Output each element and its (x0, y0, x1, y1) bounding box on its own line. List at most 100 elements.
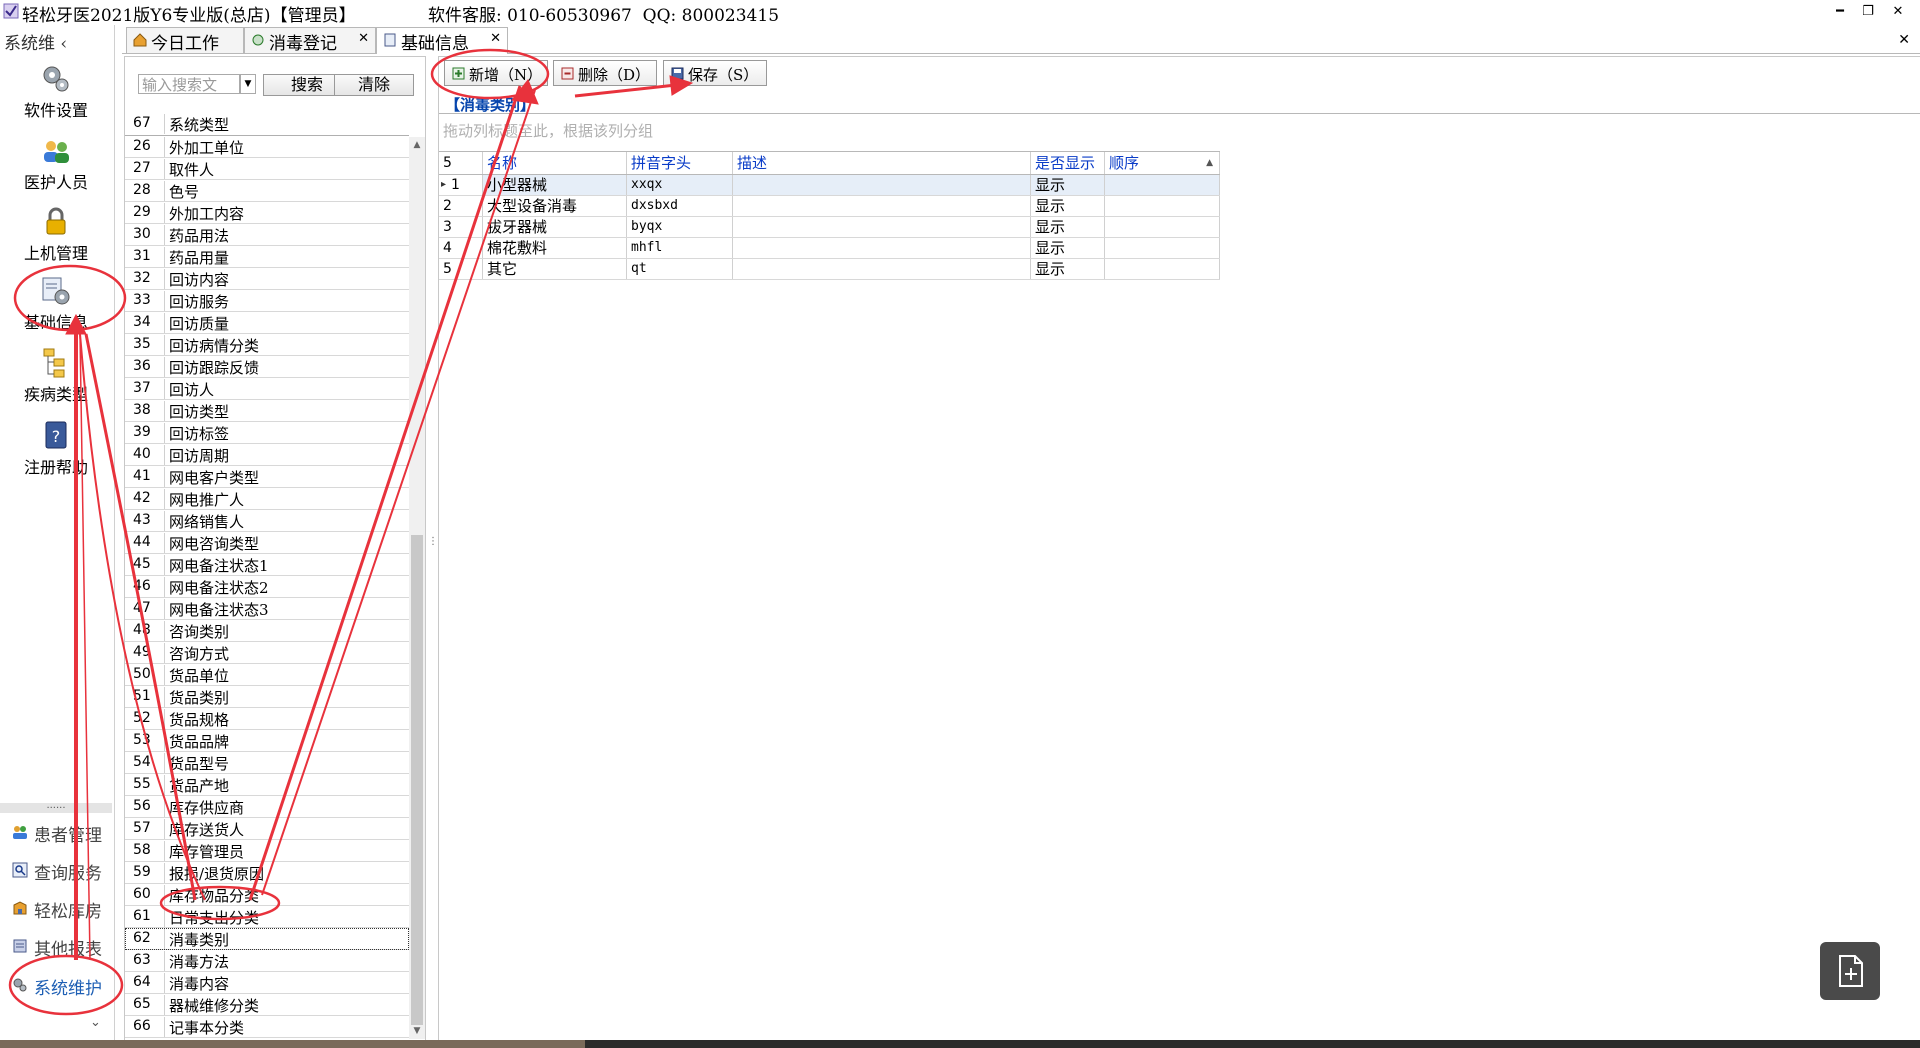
delete-button[interactable]: 删除（D） (553, 60, 657, 86)
sidebar-splitter[interactable]: ...... (0, 801, 112, 813)
tab-close-icon[interactable]: ✕ (358, 31, 369, 46)
scrollbar-thumb[interactable] (411, 535, 423, 1025)
list-item[interactable]: 67牙位图特殊符号 (125, 1038, 409, 1039)
cell-pinyin[interactable]: dxsbxd (627, 196, 733, 216)
clear-button[interactable]: 清除 (334, 74, 414, 96)
sidebar-item-staff[interactable]: 医护人员 (0, 135, 112, 201)
list-item[interactable]: 52 货品规格 (125, 708, 409, 730)
module-patient-management[interactable]: 患者管理 (8, 818, 114, 848)
list-item[interactable]: 43 网络销售人 (125, 510, 409, 532)
cell-order[interactable] (1105, 175, 1220, 195)
column-header-pinyin[interactable]: 拼音字头 (627, 152, 733, 174)
cell-description[interactable] (733, 259, 1031, 279)
list-item[interactable]: 42 网电推广人 (125, 488, 409, 510)
table-row[interactable]: 1 小型器械 xxqx 显示 ▸ (439, 175, 1220, 196)
list-item[interactable]: 38 回访类型 (125, 400, 409, 422)
cell-visible[interactable]: 显示 (1031, 238, 1105, 258)
cell-name[interactable]: 棉花敷料 (483, 238, 627, 258)
cell-row-number[interactable]: 5 (439, 259, 483, 279)
list-item[interactable]: 50 货品单位 (125, 664, 409, 686)
list-item[interactable]: 35 回访病情分类 (125, 334, 409, 356)
tab-basic-info[interactable]: 基础信息 ✕ (376, 27, 508, 54)
list-item[interactable]: 58 库存管理员 (125, 840, 409, 862)
list-item[interactable]: 30 药品用法 (125, 224, 409, 246)
list-item[interactable]: 26 外加工单位 (125, 136, 409, 158)
table-row[interactable]: 5 其它 qt 显示 (439, 259, 1220, 280)
tab-today-work[interactable]: 今日工作 (126, 27, 244, 54)
cell-order[interactable] (1105, 196, 1220, 216)
list-item[interactable]: 33 回访服务 (125, 290, 409, 312)
table-row[interactable]: 4 棉花敷料 mhfl 显示 (439, 238, 1220, 259)
list-item[interactable]: 55 货品产地 (125, 774, 409, 796)
cell-name[interactable]: 大型设备消毒 (483, 196, 627, 216)
list-item[interactable]: 46 网电备注状态2 (125, 576, 409, 598)
scroll-down-icon[interactable]: ▼ (409, 1023, 425, 1039)
column-header-visible[interactable]: 是否显示 (1031, 152, 1105, 174)
list-item[interactable]: 63 消毒方法 (125, 950, 409, 972)
sidebar-more-chevron-icon[interactable]: ⌄ (90, 1015, 101, 1030)
close-button[interactable]: ✕ (1885, 2, 1911, 22)
cell-name[interactable]: 其它 (483, 259, 627, 279)
list-item[interactable]: 34 回访质量 (125, 312, 409, 334)
list-item[interactable]: 59 报损/退货原因 (125, 862, 409, 884)
list-item[interactable]: 40 回访周期 (125, 444, 409, 466)
list-item[interactable]: 39 回访标签 (125, 422, 409, 444)
module-system-maintenance[interactable]: 系统维护 (8, 971, 114, 1001)
cell-order[interactable] (1105, 217, 1220, 237)
list-item[interactable]: 47 网电备注状态3 (125, 598, 409, 620)
cell-pinyin[interactable]: byqx (627, 217, 733, 237)
sidebar-item-basic-info[interactable]: 基础信息 (0, 275, 112, 341)
cell-order[interactable] (1105, 259, 1220, 279)
list-item[interactable]: 65 器械维修分类 (125, 994, 409, 1016)
list-item[interactable]: 56 库存供应商 (125, 796, 409, 818)
cell-row-number[interactable]: 2 (439, 196, 483, 216)
save-button[interactable]: 保存（S） (663, 60, 767, 86)
cell-pinyin[interactable]: qt (627, 259, 733, 279)
cell-pinyin[interactable]: xxqx (627, 175, 733, 195)
close-all-tabs-icon[interactable]: ✕ (1898, 32, 1910, 48)
cell-visible[interactable]: 显示 (1031, 217, 1105, 237)
list-item[interactable]: 37 回访人 (125, 378, 409, 400)
sidebar-item-registration-help[interactable]: ? 注册帮助 (0, 420, 112, 486)
cell-row-number[interactable]: 3 (439, 217, 483, 237)
list-item[interactable]: 53 货品品牌 (125, 730, 409, 752)
list-item[interactable]: 49 咨询方式 (125, 642, 409, 664)
search-dropdown-icon[interactable]: ▼ (240, 74, 256, 94)
list-item[interactable]: 54 货品型号 (125, 752, 409, 774)
restore-button[interactable]: ❐ (1855, 2, 1881, 22)
column-header-name[interactable]: 名称 (483, 152, 627, 174)
list-item[interactable]: 60 库存物品分类 (125, 884, 409, 906)
list-item[interactable]: 66 记事本分类 (125, 1016, 409, 1038)
list-item[interactable]: 31 药品用量 (125, 246, 409, 268)
module-query-service[interactable]: 查询服务 (8, 856, 114, 886)
list-item[interactable]: 64 消毒内容 (125, 972, 409, 994)
group-by-panel[interactable]: 拖动列标题至此，根据该列分组 (439, 115, 1920, 143)
tab-close-icon[interactable]: ✕ (490, 31, 501, 46)
panel-splitter[interactable]: ⋮ (427, 56, 438, 1040)
list-item[interactable]: 61 日常支出分类 (125, 906, 409, 928)
module-other-reports[interactable]: 其他报表 (8, 932, 114, 962)
sidebar-item-disease-types[interactable]: 疾病类型 (0, 347, 112, 413)
cell-description[interactable] (733, 238, 1031, 258)
column-header-order[interactable]: 顺序 ▲ (1105, 152, 1220, 174)
table-row[interactable]: 3 拔牙器械 byqx 显示 (439, 217, 1220, 238)
new-document-button[interactable] (1820, 942, 1880, 1000)
scroll-up-icon[interactable]: ▲ (409, 137, 425, 153)
list-item[interactable]: 45 网电备注状态1 (125, 554, 409, 576)
list-item[interactable]: 28 色号 (125, 180, 409, 202)
cell-order[interactable] (1105, 238, 1220, 258)
list-scrollbar[interactable]: ▲ ▼ (409, 137, 425, 1039)
list-item[interactable]: 27 取件人 (125, 158, 409, 180)
list-item[interactable]: 51 货品类别 (125, 686, 409, 708)
search-input[interactable]: 输入搜索文 (138, 74, 240, 94)
module-warehouse[interactable]: 轻松库房 (8, 894, 114, 924)
add-button[interactable]: 新增（N） (444, 60, 548, 86)
minimize-button[interactable]: ━ (1827, 2, 1853, 22)
list-item[interactable]: 44 网电咨询类型 (125, 532, 409, 554)
cell-description[interactable] (733, 217, 1031, 237)
list-item[interactable]: 41 网电客户类型 (125, 466, 409, 488)
cell-pinyin[interactable]: mhfl (627, 238, 733, 258)
sidebar-item-login-management[interactable]: 上机管理 (0, 206, 112, 272)
sidebar-item-software-settings[interactable]: 软件设置 (0, 63, 112, 129)
cell-description[interactable] (733, 175, 1031, 195)
